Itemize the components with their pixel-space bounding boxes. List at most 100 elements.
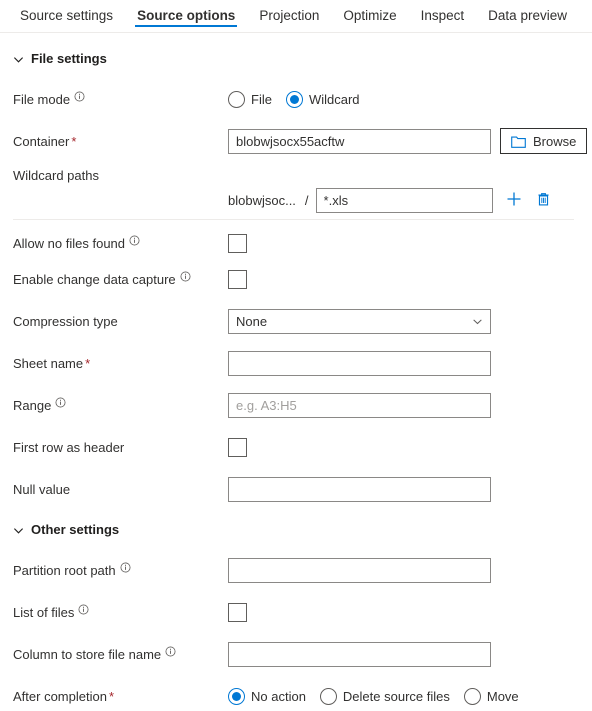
label-first-row-as-header: First row as header xyxy=(13,440,228,455)
label-null-value: Null value xyxy=(13,482,228,497)
enable-change-data-capture-control xyxy=(228,269,247,289)
radio-indicator-selected xyxy=(228,687,245,705)
tab-bar: Source settings Source options Projectio… xyxy=(0,0,592,33)
label-text: Enable change data capture xyxy=(13,271,176,287)
list-of-files-checkbox[interactable] xyxy=(228,602,247,622)
tab-inspect[interactable]: Inspect xyxy=(409,0,477,26)
tab-source-settings[interactable]: Source settings xyxy=(8,0,125,26)
file-mode-radio-group: File Wildcard xyxy=(228,90,360,108)
info-icon[interactable] xyxy=(165,646,176,657)
tab-label: Source settings xyxy=(20,8,114,23)
label-text: Container xyxy=(13,133,70,149)
container-input[interactable] xyxy=(228,128,491,154)
radio-label: No action xyxy=(251,688,306,704)
radio-after-completion-no-action[interactable]: No action xyxy=(228,687,306,705)
tab-source-options[interactable]: Source options xyxy=(125,0,247,27)
enable-change-data-capture-checkbox[interactable] xyxy=(228,269,247,289)
add-wildcard-path-button[interactable] xyxy=(505,192,523,210)
tab-label: Source options xyxy=(137,8,236,23)
label-text: Compression type xyxy=(13,313,118,329)
partition-root-path-control xyxy=(228,557,491,583)
folder-icon xyxy=(511,135,526,148)
info-icon[interactable] xyxy=(74,91,85,102)
tab-data-preview[interactable]: Data preview xyxy=(476,0,579,26)
wildcard-path-input[interactable] xyxy=(315,188,493,213)
info-icon[interactable] xyxy=(180,271,191,282)
chevron-down-icon xyxy=(13,525,24,535)
row-first-row-as-header: First row as header xyxy=(0,432,592,462)
delete-wildcard-path-button[interactable] xyxy=(535,192,553,210)
info-icon[interactable] xyxy=(120,562,131,573)
wildcard-path-separator: / xyxy=(304,193,309,208)
radio-label: Move xyxy=(486,688,519,704)
label-text: Column to store file name xyxy=(13,646,162,662)
label-text: Range xyxy=(13,397,52,413)
compression-type-control xyxy=(228,308,491,334)
info-icon[interactable] xyxy=(78,604,89,615)
range-input[interactable] xyxy=(228,392,491,418)
row-list-of-files: List of files xyxy=(0,597,592,627)
radio-indicator xyxy=(319,687,337,705)
section-header-other-settings[interactable]: Other settings xyxy=(0,522,592,537)
null-value-input[interactable] xyxy=(228,476,491,502)
label-text: After completion xyxy=(13,688,107,704)
compression-type-value[interactable] xyxy=(228,308,491,334)
chevron-down-icon xyxy=(13,54,24,64)
tab-label: Projection xyxy=(259,8,320,23)
label-text: Wildcard paths xyxy=(13,168,99,183)
section-title: File settings xyxy=(31,51,107,66)
first-row-as-header-checkbox[interactable] xyxy=(228,437,247,457)
row-enable-change-data-capture: Enable change data capture xyxy=(0,264,592,294)
label-container: Container * xyxy=(13,134,228,149)
tab-optimize[interactable]: Optimize xyxy=(331,0,408,26)
row-null-value: Null value xyxy=(0,474,592,504)
row-partition-root-path: Partition root path xyxy=(0,555,592,585)
allow-no-files-found-control xyxy=(228,233,247,253)
row-after-completion: After completion * No action Delete sour… xyxy=(0,681,592,711)
plus-icon xyxy=(506,191,522,210)
radio-indicator xyxy=(228,90,245,108)
radio-file-mode-file[interactable]: File xyxy=(228,90,272,108)
radio-after-completion-delete-source-files[interactable]: Delete source files xyxy=(319,687,450,705)
label-sheet-name: Sheet name * xyxy=(13,356,228,371)
label-column-to-store-file-name: Column to store file name xyxy=(13,646,228,662)
partition-root-path-input[interactable] xyxy=(228,557,491,583)
list-of-files-control xyxy=(228,602,247,622)
label-compression-type: Compression type xyxy=(13,314,228,329)
label-text: Allow no files found xyxy=(13,235,126,251)
section-title: Other settings xyxy=(31,522,120,537)
label-text: Null value xyxy=(13,481,71,497)
required-marker: * xyxy=(108,688,114,704)
allow-no-files-found-checkbox[interactable] xyxy=(228,233,247,253)
browse-label: Browse xyxy=(533,133,577,149)
first-row-as-header-control xyxy=(228,437,247,457)
radio-file-mode-wildcard[interactable]: Wildcard xyxy=(285,90,360,108)
row-column-to-store-file-name: Column to store file name xyxy=(0,639,592,669)
radio-indicator xyxy=(463,687,481,705)
label-enable-change-data-capture: Enable change data capture xyxy=(13,271,228,287)
section-header-file-settings[interactable]: File settings xyxy=(0,51,592,66)
row-wildcard-paths: Wildcard paths blobwjsoc... / xyxy=(0,164,592,213)
label-allow-no-files-found: Allow no files found xyxy=(13,235,228,251)
wildcard-paths-control: blobwjsoc... / xyxy=(228,164,553,213)
radio-after-completion-move[interactable]: Move xyxy=(463,687,519,705)
required-marker: * xyxy=(85,355,91,371)
compression-type-dropdown[interactable] xyxy=(228,308,491,334)
sheet-name-input[interactable] xyxy=(228,350,491,376)
label-list-of-files: List of files xyxy=(13,604,228,620)
info-icon[interactable] xyxy=(55,397,66,408)
radio-label: File xyxy=(251,91,272,107)
source-options-form: File settings File mode File Wildcard Co… xyxy=(0,33,592,711)
label-file-mode: File mode xyxy=(13,91,228,107)
label-wildcard-paths: Wildcard paths xyxy=(13,164,228,183)
sheet-name-control xyxy=(228,350,491,376)
tab-projection[interactable]: Projection xyxy=(247,0,331,26)
row-range: Range xyxy=(0,390,592,420)
label-after-completion: After completion * xyxy=(13,689,228,704)
row-sheet-name: Sheet name * xyxy=(0,348,592,378)
browse-button[interactable]: Browse xyxy=(500,128,588,154)
info-icon[interactable] xyxy=(129,235,140,246)
label-text: File mode xyxy=(13,91,71,107)
null-value-control xyxy=(228,476,491,502)
wildcard-path-prefix: blobwjsoc... xyxy=(228,193,296,208)
